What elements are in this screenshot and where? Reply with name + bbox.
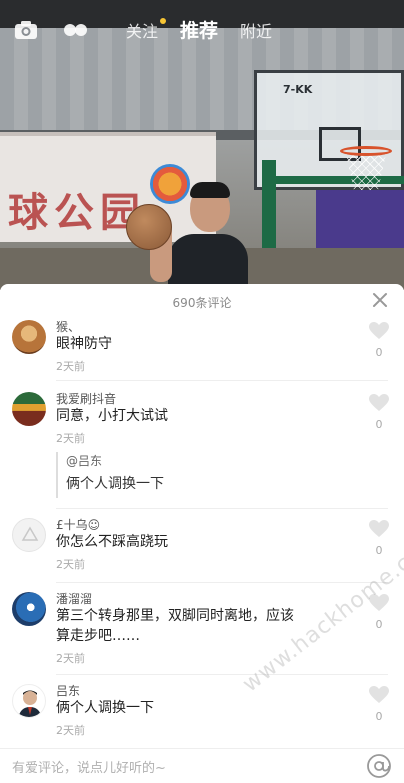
like-button[interactable]: 0 [368,322,390,359]
player-body [168,234,248,290]
comment-time: 2天前 [56,360,85,373]
banner-logo [150,164,190,204]
comment-time: 2天前 [56,432,85,445]
comment-author[interactable]: 吕东 [56,682,80,699]
video-player[interactable]: 球公园 7-KK 关注 推荐 附近 [0,0,404,290]
comments-sheet: 690条评论 猴、 眼神防守 2天前 0 我爱刷抖音 同意，小打大试试 2天前 … [0,284,404,783]
heart-icon [369,322,389,339]
divider [56,582,388,583]
comment-author[interactable]: 我爱刷抖音 [56,390,116,407]
heart-icon [369,686,389,703]
like-button[interactable]: 0 [368,520,390,557]
like-count: 0 [375,418,383,431]
avatar[interactable] [12,518,46,552]
hoop-arm [276,176,404,184]
wall-banner: 球公园 [0,132,216,242]
comment-time: 2天前 [56,724,85,737]
like-button[interactable]: 0 [368,394,390,431]
camera-icon[interactable] [14,20,38,40]
person-photo-icon [18,690,42,717]
heart-icon [369,520,389,537]
avatar[interactable] [12,684,46,718]
player-hair [190,182,230,198]
backboard-brand: 7-KK [283,83,313,96]
divider [56,508,388,509]
comment-input[interactable]: 有爱评论，说点儿好听的~ [12,757,166,776]
at-mention-icon[interactable] [366,753,392,779]
quoted-reply: @吕东 俩个人调换一下 [56,452,164,498]
live-dots-icon[interactable] [62,22,88,38]
like-button[interactable]: 0 [368,686,390,723]
comment-text: 眼神防守 [56,336,112,352]
divider [56,380,388,381]
comment-item: 猴、 眼神防守 2天前 0 [0,318,404,382]
divider [56,674,388,675]
quoted-author[interactable]: @吕东 [66,452,164,469]
avatar[interactable] [12,592,46,626]
top-bar: 关注 推荐 附近 [0,16,404,44]
comment-author[interactable]: £十乌☺ [56,516,100,533]
tab-recommend[interactable]: 推荐 [180,16,218,43]
like-count: 0 [375,618,383,631]
purple-pad [316,190,404,250]
comment-text: 同意，小打大试试 [56,408,168,424]
tab-follow[interactable]: 关注 [126,18,158,42]
close-icon[interactable] [372,292,388,308]
comment-item: 吕东 俩个人调换一下 2天前 0 [0,682,404,746]
comment-time: 2天前 [56,652,85,665]
avatar[interactable] [12,392,46,426]
comment-count: 690条评论 [172,296,232,310]
avatar[interactable] [12,320,46,354]
follow-notification-dot [160,18,166,24]
comment-item: 我爱刷抖音 同意，小打大试试 2天前 @吕东 俩个人调换一下 0 [0,390,404,510]
tab-nearby[interactable]: 附近 [240,18,272,42]
like-count: 0 [375,710,383,723]
basketball [126,204,172,250]
default-avatar-icon [21,526,39,541]
like-count: 0 [375,346,383,359]
comment-item: £十乌☺ 你怎么不踩高跷玩 2天前 0 [0,516,404,580]
comment-author[interactable]: 猴、 [56,318,80,335]
comment-input-bar[interactable]: 有爱评论，说点儿好听的~ [0,748,404,783]
comment-text: 你怎么不踩高跷玩 [56,534,168,550]
hoop-rim [340,146,392,156]
heart-icon [369,394,389,411]
like-count: 0 [375,544,383,557]
comment-time: 2天前 [56,558,85,571]
comment-author[interactable]: 潘溜溜 [56,590,92,607]
comment-text: 第三个转身那里，双脚同时离地，应该算走步吧…… [56,608,294,644]
comment-text: 俩个人调换一下 [56,700,154,716]
quoted-text: 俩个人调换一下 [66,476,164,492]
